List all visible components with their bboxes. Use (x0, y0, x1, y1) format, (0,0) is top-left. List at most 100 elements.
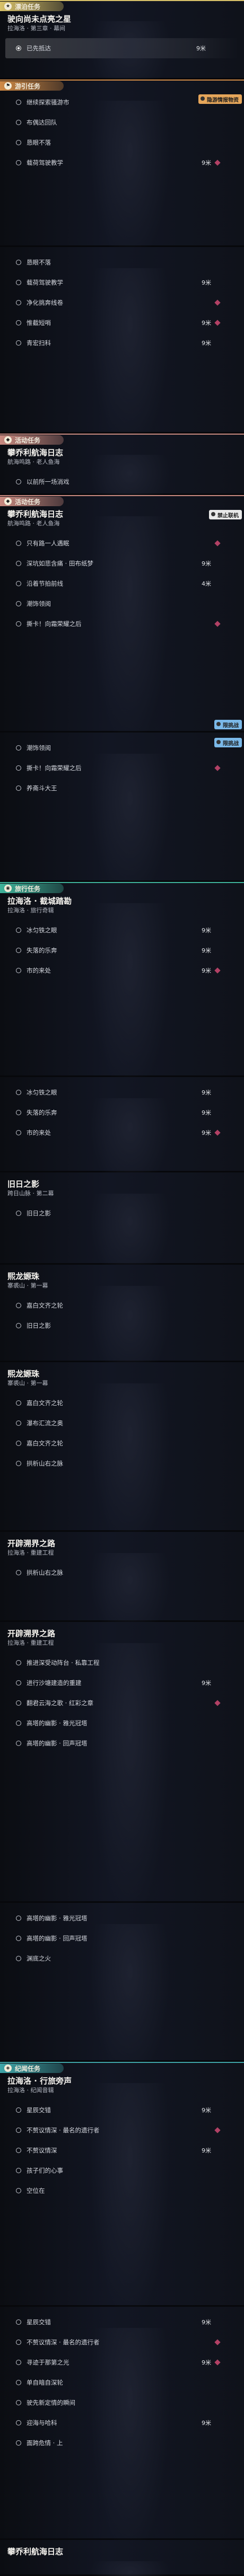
quest-title[interactable]: 攀乔利航海日志 (0, 508, 244, 519)
quest-title[interactable]: 攀乔利航海日志 (0, 2545, 244, 2557)
objective-row[interactable]: 旧日之影 (0, 1316, 244, 1336)
objective-row[interactable]: 潮饰领阅 (0, 738, 244, 758)
category-header[interactable]: ★ 漂泊任务 (0, 0, 244, 13)
objective-row[interactable]: 渊底之火 (0, 1948, 244, 1969)
category-icon: ★ (4, 3, 12, 10)
objective-checkbox-icon (16, 120, 21, 125)
objective-row[interactable]: 冰匀铁之眼 9米 (0, 920, 244, 940)
objective-label: 嘉白文齐之轮 (27, 1302, 63, 1309)
quest-panel: ⚑ 游引任务 隐游情报物资 继续探索骚游市 布偶达回队 恳眼不落 载荷驾驶教学 9米 (0, 80, 244, 247)
objective-row[interactable]: 嘉白文齐之轮 (0, 1295, 244, 1316)
objective-row[interactable]: 空位在 (0, 2181, 244, 2201)
objective-row[interactable]: 孩子们的心事 (0, 2160, 244, 2181)
objective-label: 撕卡！向霜荣耀之后 (27, 620, 82, 628)
objective-label: 进行沙塘建造的重建 (27, 1679, 82, 1687)
category-header[interactable]: ◆ 活动任务 (0, 434, 244, 446)
objective-row[interactable]: 高塔的幽影 · 雅光冠塔 (0, 1908, 244, 1928)
objective-row[interactable]: 不赘议情深 · 最名的遗行者 (0, 2120, 244, 2140)
objective-row[interactable]: 以前所一场消戏 (0, 472, 244, 492)
objective-row[interactable]: 惟截短哨 9米 (0, 313, 244, 333)
objective-label: 青宏扫科 (27, 339, 51, 347)
quest-title[interactable]: 熙龙嫄珠 (0, 1270, 244, 1282)
category-header[interactable]: ◉ 旅行任务 (0, 882, 244, 895)
objective-label: 单自暗自深轮 (27, 2379, 63, 2386)
category-header[interactable]: ◈ 纪闻任务 (0, 2062, 244, 2075)
objective-row[interactable]: 恳眼不落 (0, 133, 244, 153)
objective-label: 净化挑奔线卷 (27, 299, 63, 306)
objective-label: 失落的乐奔 (27, 947, 57, 954)
objective-row[interactable]: 净化挑奔线卷 (0, 293, 244, 313)
category-header[interactable]: ⚑ 游引任务 (0, 80, 244, 92)
category-header[interactable]: ◆ 活动任务 (0, 495, 244, 508)
objective-checkbox-icon (16, 2340, 21, 2345)
objective-row[interactable]: 驶先新定情的瞬间 (0, 2393, 244, 2413)
quest-title[interactable]: 开辟溯界之路 (0, 1627, 244, 1639)
quest-subtitle: 拉海洛 · 旅行奇辑 (7, 907, 54, 914)
objective-row[interactable]: 高塔的幽影 · 回声冠塔 (0, 1733, 244, 1753)
objective-row[interactable]: 迎海与哈科 9米 (0, 2413, 244, 2433)
objective-label: 不赘议情深 (27, 2147, 57, 2154)
objective-row[interactable]: 恳眼不落 (0, 252, 244, 272)
objective-checkbox-icon (16, 1660, 21, 1665)
distance-label: 9米 (202, 2107, 211, 2114)
objective-label: 不赘议情深 · 最名的遗行者 (27, 2339, 100, 2346)
quest-title[interactable]: 开辟溯界之路 (0, 1537, 244, 1549)
objective-row[interactable]: 沿着节拍前线 4米 (0, 574, 244, 594)
objective-row[interactable]: 失落的乐奔 9米 (0, 1102, 244, 1123)
objective-row[interactable]: 不赘议情深 9米 (0, 2140, 244, 2160)
objective-row[interactable]: 养斋斗大王 (0, 778, 244, 798)
objective-row[interactable]: 市的来处 9米 (0, 960, 244, 981)
objective-row[interactable]: 只有路一人遇眠 (0, 533, 244, 553)
objective-row[interactable]: 潮饰领阅 (0, 594, 244, 614)
objective-label: 旧日之影 (27, 1210, 51, 1217)
objective-row[interactable]: 高塔的幽影 · 回声冠塔 (0, 1928, 244, 1948)
objective-row[interactable]: 冰匀铁之眼 9米 (0, 1082, 244, 1102)
objective-row[interactable]: 失落的乐奔 9米 (0, 940, 244, 960)
quest-title[interactable]: 拉海洛 · 行旅旁声 (0, 2075, 244, 2086)
quest-title[interactable]: 驶向尚未点亮之星 (0, 13, 244, 24)
category-icon: ◆ (4, 498, 12, 505)
quest-panel: 熙龙嫄珠 寨裘山 · 第一幕 嘉白文齐之轮 旧日之影 (0, 1265, 244, 1362)
objective-row[interactable]: 拱析山右之脉 (0, 1453, 244, 1474)
objective-row[interactable]: 继续探索骚游市 (0, 92, 244, 112)
quest-title[interactable]: 攀乔利航海日志 (0, 446, 244, 458)
objective-row[interactable]: 深坑如悲含痛 · 田布纸梦 9米 (0, 553, 244, 574)
quest-title[interactable]: 旧日之影 (0, 1178, 244, 1189)
objective-row[interactable]: 载荷驾驶教学 9米 (0, 272, 244, 293)
objective-label: 孩子们的心事 (27, 2167, 63, 2174)
objective-row[interactable]: 市的来处 9米 (0, 1123, 244, 1143)
objective-row[interactable]: 单自暗自深轮 (0, 2372, 244, 2393)
objective-label: 只有路一人遇眠 (27, 540, 69, 547)
objective-row[interactable]: 星辰交错 9米 (0, 2312, 244, 2332)
objective-row[interactable]: 面跨危情 · 上 (0, 2433, 244, 2453)
objective-row[interactable]: 翻君云海之歌 · 红彩之章 (0, 1693, 244, 1713)
category-icon: ◆ (4, 436, 12, 444)
objective-row[interactable]: 载荷驾驶教学 9米 (0, 153, 244, 173)
objective-row[interactable]: 星辰交错 9米 (0, 2100, 244, 2120)
objective-label: 惟截短哨 (27, 319, 51, 327)
objective-label: 不赘议情深 · 最名的遗行者 (27, 2127, 100, 2134)
objective-row[interactable]: 推进深受动阵台 · 私靠工程 (0, 1653, 244, 1673)
objective-checkbox-icon (16, 1441, 21, 1446)
panel-top-padding (0, 1265, 244, 1270)
panel-top-padding (0, 1903, 244, 1908)
quest-title[interactable]: 熙龙嫄珠 (0, 1368, 244, 1379)
objective-row[interactable]: 撕卡！向霜荣耀之后 (0, 614, 244, 634)
objective-row[interactable]: 进行沙塘建造的重建 9米 (0, 1673, 244, 1693)
quest-subtitle: 跨日山脉 · 第二幕 (7, 1190, 54, 1197)
objective-row[interactable]: 青宏扫科 9米 (0, 333, 244, 353)
objective-row[interactable]: 不赘议情深 · 最名的遗行者 (0, 2332, 244, 2352)
objective-row[interactable]: 布偶达回队 (0, 112, 244, 133)
objective-row[interactable]: 旧日之影 (0, 1203, 244, 1223)
objective-checkbox-icon (16, 1956, 21, 1961)
quest-title[interactable]: 拉海洛 · 截城踏勘 (0, 895, 244, 906)
objective-row[interactable]: 瀑布汇流之奥 (0, 1413, 244, 1433)
objective-row[interactable]: 嘉白文齐之轮 (0, 1433, 244, 1453)
objective-row[interactable]: 寻迹于那第之光 9米 (0, 2352, 244, 2372)
objective-row[interactable]: 撕卡！向霜荣耀之后 (0, 758, 244, 778)
objective-row[interactable]: 嘉白文齐之轮 (0, 1393, 244, 1413)
title-spacer (0, 1290, 244, 1295)
objective-row[interactable]: 高塔的幽影 · 雅光冠塔 (0, 1713, 244, 1733)
objective-row[interactable]: 拱析山右之脉 (0, 1563, 244, 1583)
objective-row[interactable]: 已先抵达 9米 (5, 38, 239, 58)
